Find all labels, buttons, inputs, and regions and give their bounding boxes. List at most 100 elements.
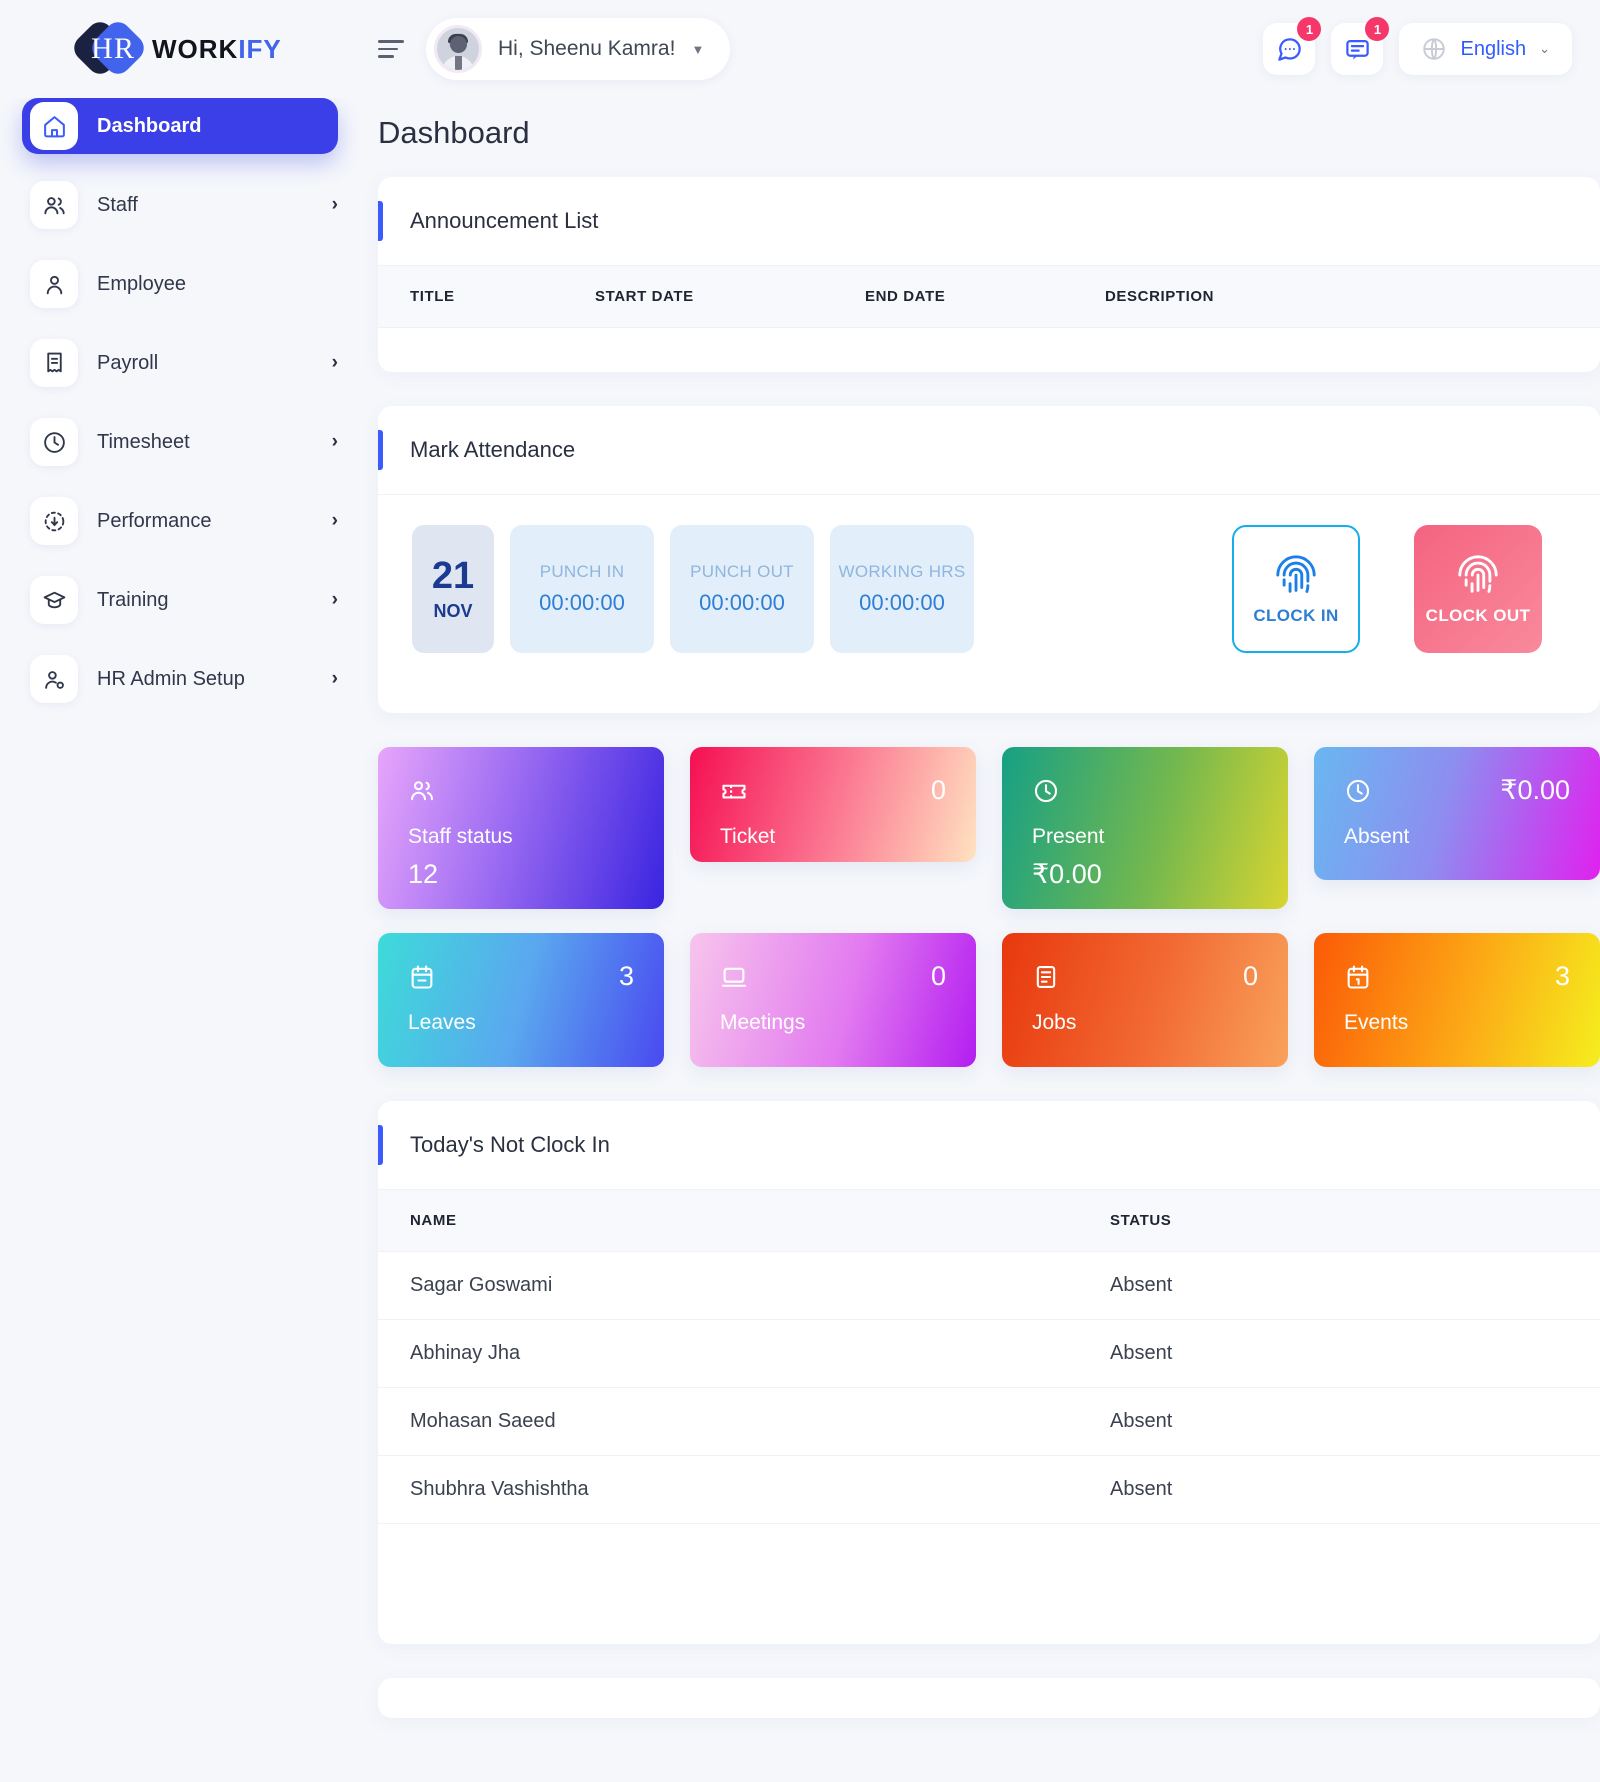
stat-tile-ticket[interactable]: 0 Ticket xyxy=(690,747,976,862)
column-header-title[interactable]: TITLE xyxy=(378,265,563,328)
chat-badge: 1 xyxy=(1297,17,1322,41)
stat-tile-staff-status[interactable]: Staff status 12 xyxy=(378,747,664,909)
chat-button[interactable]: 1 xyxy=(1263,17,1322,75)
stat-tile-value: ₹0.00 xyxy=(1500,775,1570,805)
fingerprint-icon xyxy=(1458,555,1498,593)
working-hrs-box: WORKING HRS 00:00:00 xyxy=(830,525,974,653)
column-header-status[interactable]: STATUS xyxy=(1078,1189,1600,1252)
announcement-card: Announcement List TITLE START DATE END D… xyxy=(378,177,1600,372)
brand-logo[interactable]: H R WORKIFY xyxy=(0,16,378,80)
punch-in-value: 00:00:00 xyxy=(539,590,625,615)
stat-tile-label: Meetings xyxy=(720,1011,806,1034)
stat-tile-events[interactable]: 3 Events xyxy=(1314,933,1600,1067)
globe-icon xyxy=(1423,38,1446,60)
attendance-month: NOV xyxy=(433,600,473,621)
avatar xyxy=(434,25,482,73)
stat-tile-value: 12 xyxy=(408,859,439,889)
logo-letter-h: H xyxy=(91,32,113,65)
sidebar-item-label: Dashboard xyxy=(97,114,202,137)
chevron-right-icon: › xyxy=(331,352,338,373)
language-selector[interactable]: English ⌄ xyxy=(1399,23,1572,75)
sidebar-item-payroll[interactable]: Payroll › xyxy=(22,335,338,391)
stat-tile-present[interactable]: Present ₹0.00 xyxy=(1002,747,1288,909)
chevron-right-icon: › xyxy=(331,431,338,452)
chevron-right-icon: › xyxy=(331,194,338,215)
monitor-icon xyxy=(721,967,747,987)
table-row[interactable]: Sagar Goswami Absent xyxy=(378,1251,1600,1320)
users-icon xyxy=(30,181,78,229)
next-card-stub xyxy=(378,1678,1600,1718)
sidebar-item-training[interactable]: Training › xyxy=(22,572,338,628)
brand-name-part2: IFY xyxy=(238,33,282,64)
user-gear-icon xyxy=(30,655,78,703)
sidebar-item-staff[interactable]: Staff › xyxy=(22,177,338,233)
stat-tile-absent[interactable]: ₹0.00 Absent xyxy=(1314,747,1600,880)
table-header-row: NAME STATUS xyxy=(378,1189,1600,1252)
sidebar-item-dashboard[interactable]: Dashboard xyxy=(22,98,338,154)
announcement-title: Announcement List xyxy=(410,208,599,233)
sidebar-item-label: Employee xyxy=(97,272,186,295)
announcement-table: TITLE START DATE END DATE DESCRIPTION xyxy=(378,265,1600,372)
stat-tile-value: 0 xyxy=(930,961,946,991)
briefcase-icon xyxy=(1036,966,1056,988)
column-header-description[interactable]: DESCRIPTION xyxy=(1073,265,1600,328)
column-header-end-date[interactable]: END DATE xyxy=(833,265,1073,328)
employee-status: Absent xyxy=(1078,1387,1600,1456)
brand-name-part1: WORK xyxy=(152,33,239,64)
home-icon xyxy=(30,102,78,150)
punch-out-box: PUNCH OUT 00:00:00 xyxy=(670,525,814,653)
language-label: English xyxy=(1460,37,1527,60)
stat-tile-leaves[interactable]: 3 Leaves xyxy=(378,933,664,1067)
sidebar-item-label: Staff xyxy=(97,193,138,216)
punch-out-value: 00:00:00 xyxy=(699,590,785,615)
not-clock-in-card: Today's Not Clock In NAME STATUS Sagar G… xyxy=(378,1101,1600,1644)
column-header-name[interactable]: NAME xyxy=(378,1189,1078,1252)
menu-toggle-icon[interactable] xyxy=(378,35,404,63)
brand-name: WORKIFY xyxy=(152,34,282,65)
punch-out-label: PUNCH OUT xyxy=(690,562,794,581)
table-row[interactable]: Shubhra Vashishtha Absent xyxy=(378,1455,1600,1524)
clock-in-button[interactable]: CLOCK IN xyxy=(1232,525,1360,653)
attendance-title: Mark Attendance xyxy=(410,437,576,462)
working-hrs-label: WORKING HRS xyxy=(838,562,966,581)
stat-tile-label: Present xyxy=(1032,825,1105,848)
clock-out-button[interactable]: CLOCK OUT xyxy=(1414,525,1542,653)
chevron-down-icon: ⌄ xyxy=(1539,41,1550,56)
clock-icon xyxy=(1034,779,1058,803)
table-row[interactable]: Abhinay Jha Absent xyxy=(378,1319,1600,1388)
employee-status: Absent xyxy=(1078,1251,1600,1320)
announcement-card-header: Announcement List xyxy=(378,177,1600,265)
stat-tile-label: Jobs xyxy=(1032,1011,1077,1034)
not-clock-in-title: Today's Not Clock In xyxy=(410,1132,610,1157)
fingerprint-icon xyxy=(1276,555,1316,593)
mark-attendance-card: Mark Attendance 21 NOV PUNCH IN 00:00:00… xyxy=(378,406,1600,713)
not-clock-in-table: NAME STATUS Sagar Goswami Absent Abhinay… xyxy=(378,1189,1600,1524)
empty-table-row xyxy=(378,328,1600,373)
message-badge: 1 xyxy=(1365,17,1390,41)
stat-tile-label: Ticket xyxy=(720,825,776,848)
attendance-card-header: Mark Attendance xyxy=(378,406,1600,494)
sidebar-item-performance[interactable]: Performance › xyxy=(22,493,338,549)
graduation-icon xyxy=(30,576,78,624)
stat-tile-jobs[interactable]: 0 Jobs xyxy=(1002,933,1288,1067)
performance-icon xyxy=(30,497,78,545)
working-hrs-value: 00:00:00 xyxy=(859,590,945,615)
users-icon xyxy=(411,781,433,801)
sidebar-item-employee[interactable]: Employee xyxy=(22,256,338,312)
not-clock-in-card-header: Today's Not Clock In xyxy=(378,1101,1600,1189)
message-icon xyxy=(1346,39,1369,60)
stat-tile-meetings[interactable]: 0 Meetings xyxy=(690,933,976,1067)
column-header-start-date[interactable]: START DATE xyxy=(563,265,833,328)
ticket-icon xyxy=(722,784,746,799)
sidebar-item-timesheet[interactable]: Timesheet › xyxy=(22,414,338,470)
stat-tiles-row-2: 3 Leaves 0 Meetings 0 Jobs 3 Events xyxy=(378,933,1600,1067)
main-content: Dashboard Announcement List TITLE START … xyxy=(378,98,1600,1718)
sidebar: Dashboard Staff › Employee Payroll › Tim… xyxy=(0,98,378,713)
sidebar-item-hr-admin-setup[interactable]: HR Admin Setup › xyxy=(22,651,338,707)
user-profile-chip[interactable]: Hi, Sheenu Kamra! ▼ xyxy=(426,18,731,80)
message-button[interactable]: 1 xyxy=(1331,17,1390,75)
employee-name: Mohasan Saeed xyxy=(378,1387,1078,1456)
table-row[interactable]: Mohasan Saeed Absent xyxy=(378,1387,1600,1456)
clock-icon xyxy=(1346,779,1370,803)
stat-tile-label: Staff status xyxy=(408,825,513,848)
